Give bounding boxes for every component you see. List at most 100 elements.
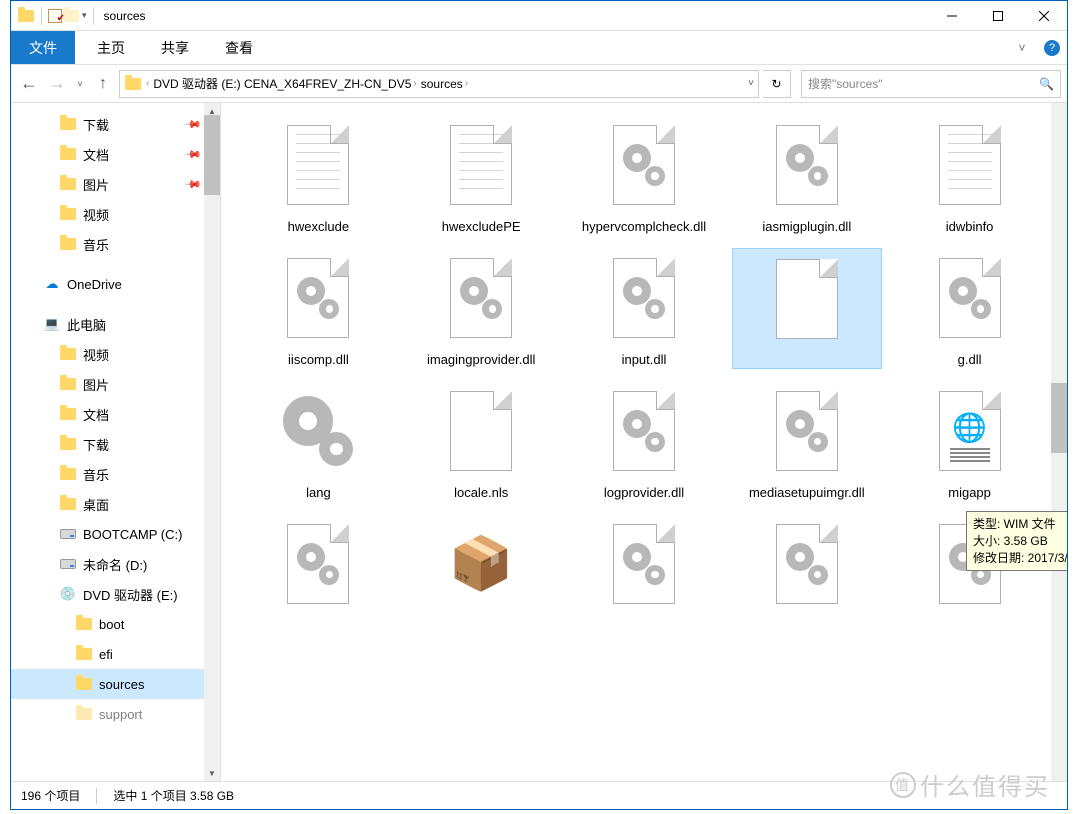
address-folder-icon xyxy=(124,75,142,93)
folder-icon xyxy=(59,495,77,513)
qat-dropdown-icon[interactable]: ▾ xyxy=(82,10,87,21)
sidebar-item-drive-d[interactable]: 未命名 (D:) xyxy=(11,549,220,579)
sidebar-item-pc-music[interactable]: 音乐 xyxy=(11,459,220,489)
scroll-down-icon[interactable]: ▼ xyxy=(204,765,220,781)
file-item[interactable]: iiscomp.dll xyxy=(243,248,393,369)
search-icon[interactable]: 🔍 xyxy=(1039,77,1054,91)
file-item[interactable]: g.dll xyxy=(895,248,1045,369)
search-placeholder: 搜索"sources" xyxy=(808,75,883,92)
up-button[interactable]: ↑ xyxy=(91,72,115,96)
folder-icon xyxy=(59,375,77,393)
file-item[interactable]: iasmigplugin.dll xyxy=(732,115,882,236)
folder-icon xyxy=(75,645,93,663)
titlebar: ✔ ▾ sources xyxy=(11,1,1067,31)
pin-icon: 📌 xyxy=(184,115,203,134)
search-input[interactable]: 搜索"sources" 🔍 xyxy=(801,70,1061,98)
sidebar-item-drive-c[interactable]: BOOTCAMP (C:) xyxy=(11,519,220,549)
tooltip-size: 大小: 3.58 GB xyxy=(973,533,1067,550)
sidebar-item-sources[interactable]: sources xyxy=(11,669,220,699)
file-item[interactable]: mediasetupuimgr.dll xyxy=(732,381,882,502)
back-button[interactable]: ← xyxy=(17,72,41,96)
sidebar-scrollbar[interactable] xyxy=(204,103,220,781)
sidebar-item-pc-downloads[interactable]: 下载 xyxy=(11,429,220,459)
sidebar: ▲ ▼ 下载📌 文档📌 图片📌 视频 音乐 ☁OneDrive 💻此电脑 视频 … xyxy=(11,103,221,781)
drive-icon xyxy=(59,525,77,543)
file-item[interactable]: input.dll xyxy=(569,248,719,369)
help-icon[interactable]: ? xyxy=(1037,31,1067,64)
minimize-button[interactable] xyxy=(929,1,975,31)
history-dropdown-icon[interactable]: ˅ xyxy=(73,72,87,96)
folder-icon xyxy=(75,675,93,693)
chevron-right-icon[interactable]: › xyxy=(465,78,468,89)
sidebar-item-support[interactable]: support xyxy=(11,699,220,729)
ribbon: 文件 主页 共享 查看 ˅ ? xyxy=(11,31,1067,65)
file-item[interactable]: hwexclude xyxy=(243,115,393,236)
sidebar-item-documents[interactable]: 文档📌 xyxy=(11,139,220,169)
ribbon-expand-icon[interactable]: ˅ xyxy=(1007,31,1037,64)
file-item[interactable]: idwbinfo xyxy=(895,115,1045,236)
sidebar-item-pc-pictures[interactable]: 图片 xyxy=(11,369,220,399)
chevron-right-icon[interactable]: › xyxy=(413,78,416,89)
sidebar-item-thispc[interactable]: 💻此电脑 xyxy=(11,309,220,339)
file-item-selected[interactable] xyxy=(732,248,882,369)
statusbar: 196 个项目 选中 1 个项目 3.58 GB xyxy=(11,781,1067,809)
folder-icon xyxy=(59,405,77,423)
breadcrumb-item[interactable]: DVD 驱动器 (E:) CENA_X64FREV_ZH-CN_DV5 xyxy=(153,75,411,92)
file-item[interactable]: imagingprovider.dll xyxy=(406,248,556,369)
file-tooltip: 类型: WIM 文件 大小: 3.58 GB 修改日期: 2017/3/20 1… xyxy=(966,511,1067,571)
maximize-button[interactable] xyxy=(975,1,1021,31)
chevron-left-icon[interactable]: ‹ xyxy=(146,78,149,89)
tab-home[interactable]: 主页 xyxy=(79,31,143,64)
sidebar-item-efi[interactable]: efi xyxy=(11,639,220,669)
app-folder-icon xyxy=(17,7,35,25)
file-item[interactable]: hwexcludePE xyxy=(406,115,556,236)
file-item[interactable]: hypervcomplcheck.dll xyxy=(569,115,719,236)
file-item[interactable]: locale.nls xyxy=(406,381,556,502)
tab-view[interactable]: 查看 xyxy=(207,31,271,64)
content-scroll-thumb[interactable] xyxy=(1051,383,1067,453)
tab-file[interactable]: 文件 xyxy=(11,31,75,64)
disc-icon: 💿 xyxy=(59,585,77,603)
address-dropdown-icon[interactable]: ˅ xyxy=(748,78,754,89)
folder-icon xyxy=(59,115,77,133)
pc-icon: 💻 xyxy=(43,315,61,333)
content-area: ▲ ▼ 下载📌 文档📌 图片📌 视频 音乐 ☁OneDrive 💻此电脑 视频 … xyxy=(11,103,1067,781)
sidebar-item-pc-documents[interactable]: 文档 xyxy=(11,399,220,429)
sidebar-item-pictures[interactable]: 图片📌 xyxy=(11,169,220,199)
globe-icon: 🌐 xyxy=(952,411,987,444)
folder-icon xyxy=(59,175,77,193)
navbar: ← → ˅ ↑ ‹ DVD 驱动器 (E:) CENA_X64FREV_ZH-C… xyxy=(11,65,1067,103)
file-item[interactable]: logprovider.dll xyxy=(569,381,719,502)
file-item[interactable] xyxy=(243,514,393,614)
sidebar-item-videos[interactable]: 视频 xyxy=(11,199,220,229)
file-item[interactable]: 🌐migapp xyxy=(895,381,1045,502)
status-selection: 选中 1 个项目 3.58 GB xyxy=(113,787,234,804)
breadcrumb-item[interactable]: sources xyxy=(421,77,463,91)
content-scrollbar[interactable] xyxy=(1051,103,1067,781)
file-item[interactable] xyxy=(569,514,719,614)
address-bar[interactable]: ‹ DVD 驱动器 (E:) CENA_X64FREV_ZH-CN_DV5 › … xyxy=(119,70,759,98)
file-item[interactable]: 📦 xyxy=(406,514,556,614)
folder-icon xyxy=(59,435,77,453)
sidebar-item-drive-e[interactable]: 💿DVD 驱动器 (E:) xyxy=(11,579,220,609)
sidebar-item-onedrive[interactable]: ☁OneDrive xyxy=(11,269,220,299)
sidebar-scroll-thumb[interactable] xyxy=(204,115,220,195)
close-button[interactable] xyxy=(1021,1,1067,31)
sidebar-item-pc-videos[interactable]: 视频 xyxy=(11,339,220,369)
folder-icon xyxy=(59,205,77,223)
folder-icon xyxy=(59,465,77,483)
tooltip-type: 类型: WIM 文件 xyxy=(973,516,1067,533)
file-item[interactable]: lang xyxy=(243,381,393,502)
sidebar-item-boot[interactable]: boot xyxy=(11,609,220,639)
file-item[interactable] xyxy=(732,514,882,614)
folder-icon xyxy=(75,705,93,723)
tab-share[interactable]: 共享 xyxy=(143,31,207,64)
explorer-window: ✔ ▾ sources 文件 主页 共享 查看 ˅ ? ← → ˅ ↑ ‹ DV… xyxy=(10,0,1068,810)
folder-icon xyxy=(59,145,77,163)
forward-button[interactable]: → xyxy=(45,72,69,96)
sidebar-item-music[interactable]: 音乐 xyxy=(11,229,220,259)
qat-properties-icon[interactable]: ✔ xyxy=(48,9,62,23)
refresh-button[interactable]: ↻ xyxy=(763,70,791,98)
sidebar-item-pc-desktop[interactable]: 桌面 xyxy=(11,489,220,519)
sidebar-item-downloads[interactable]: 下载📌 xyxy=(11,109,220,139)
